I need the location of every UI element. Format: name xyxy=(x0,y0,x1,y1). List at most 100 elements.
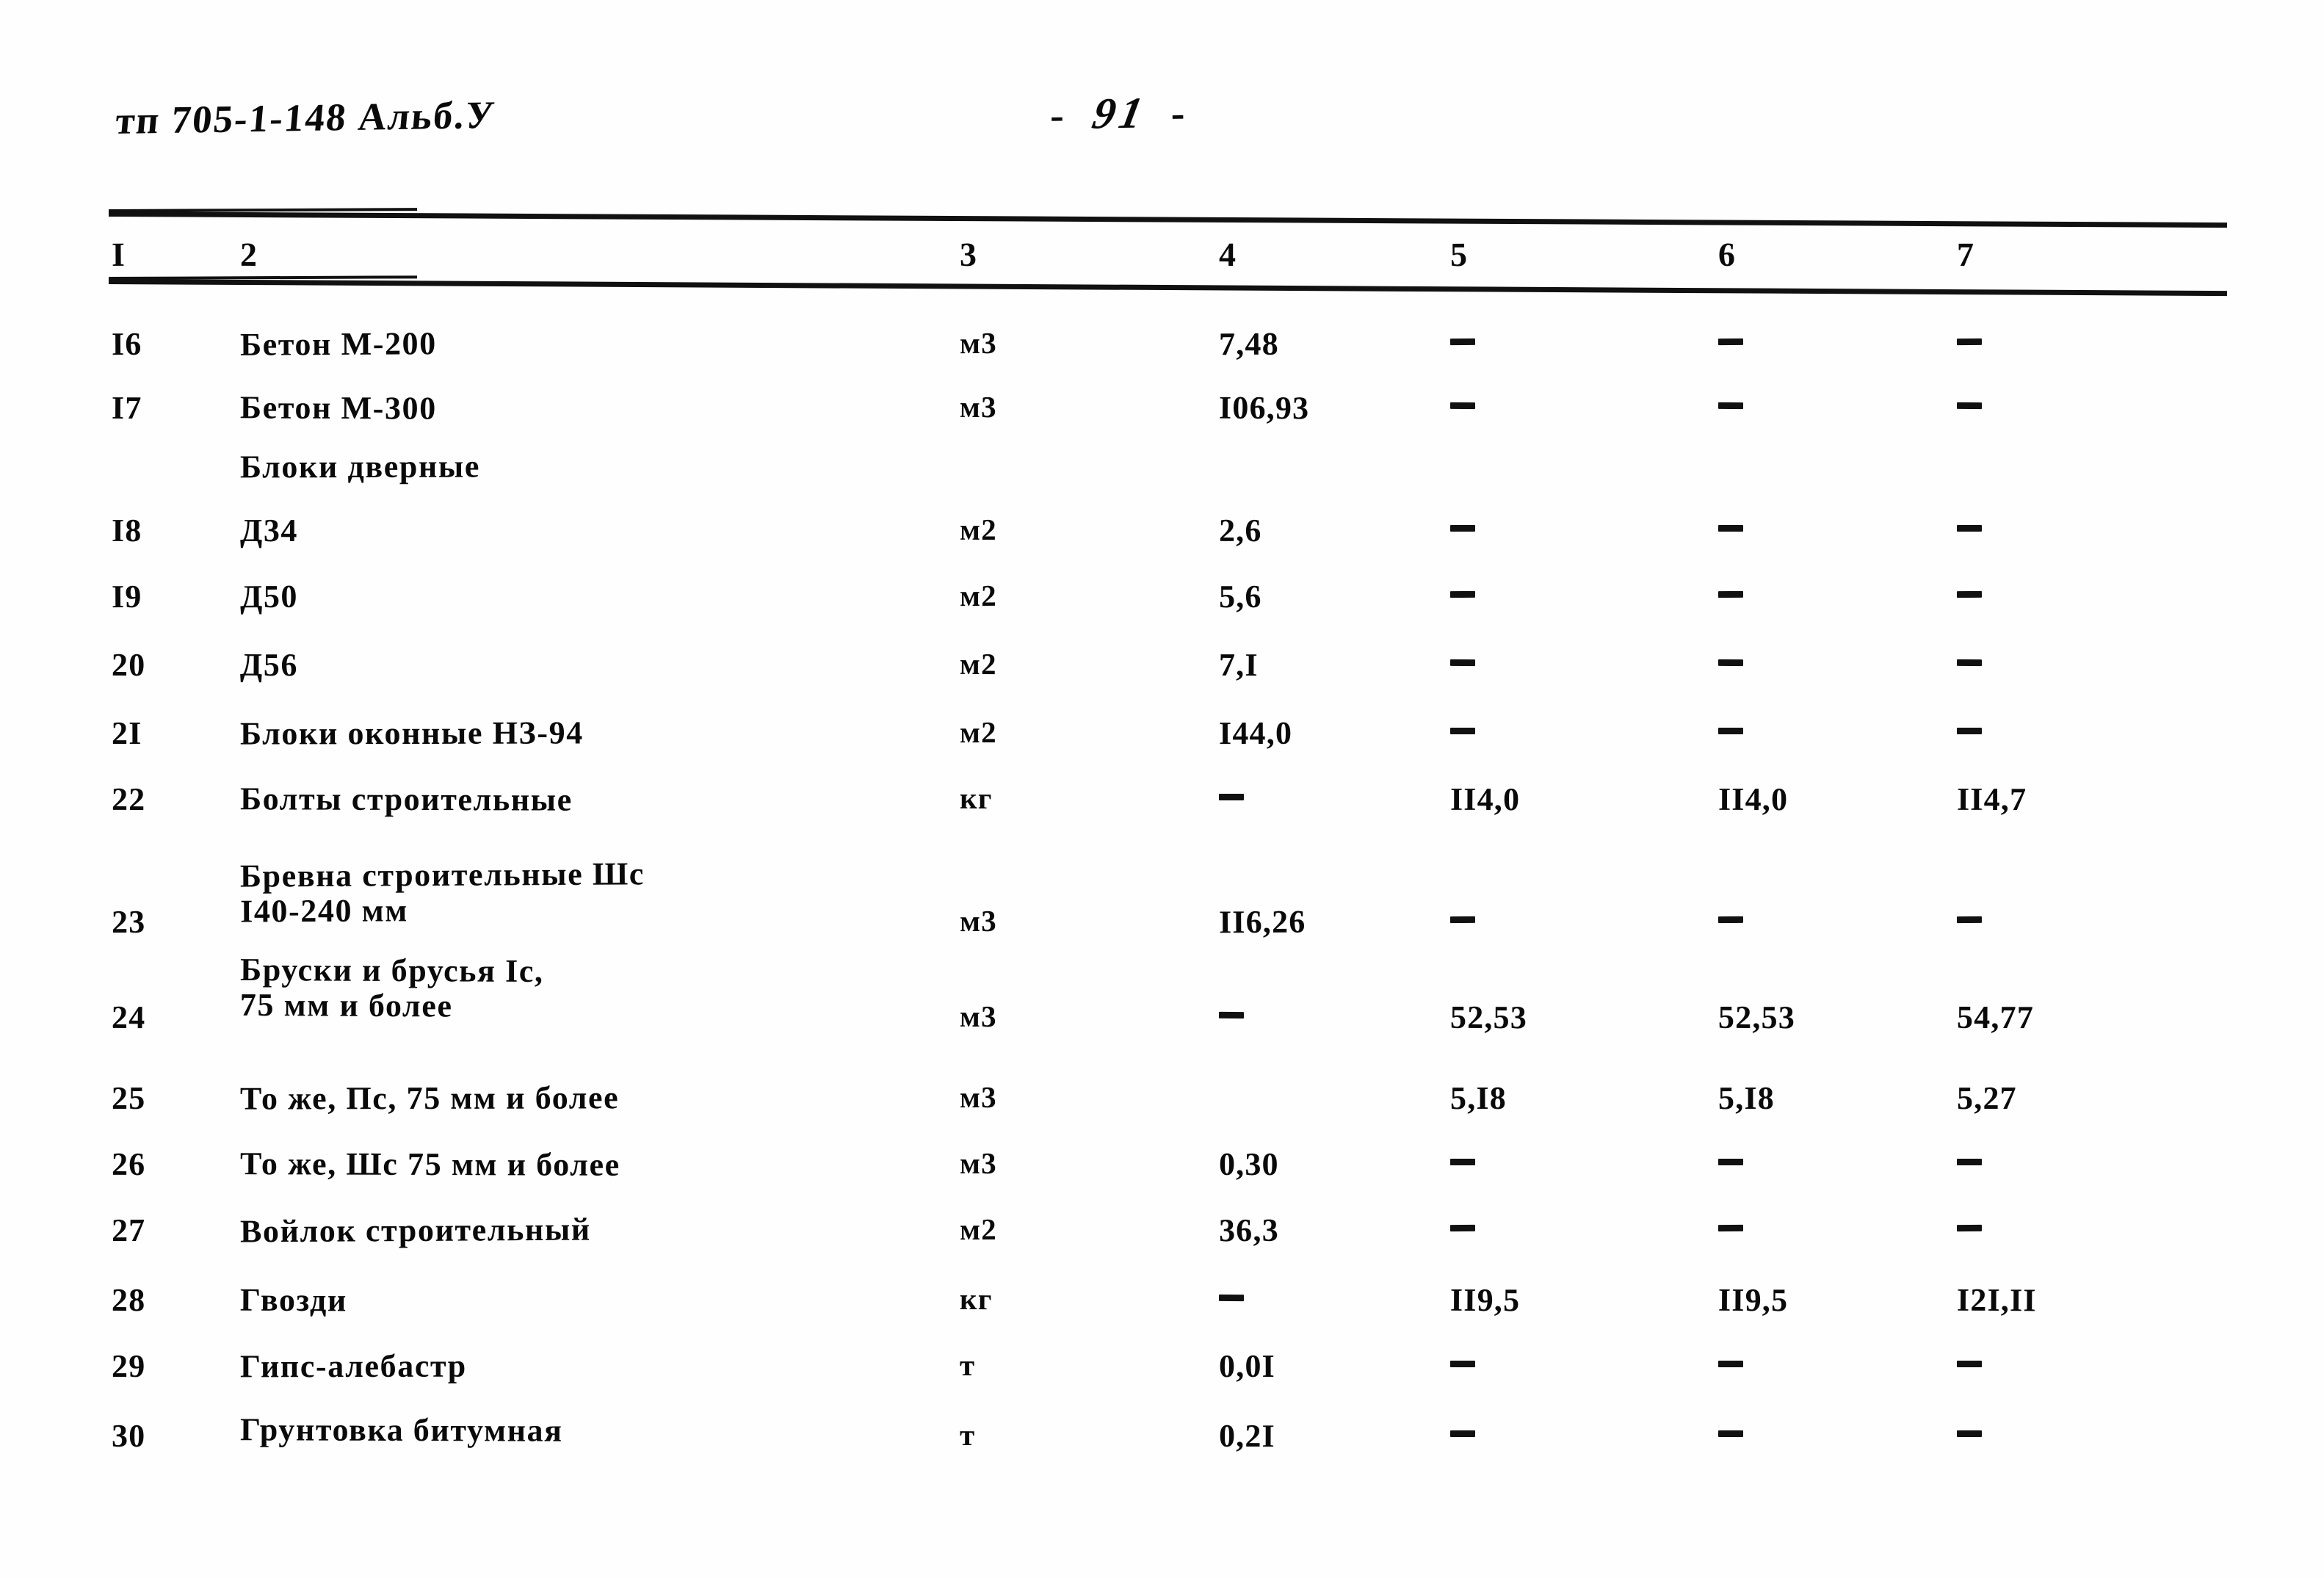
row-number: 2I xyxy=(111,714,142,752)
value-col-4 xyxy=(1218,1281,1245,1319)
unit-of-measure: м2 xyxy=(959,714,997,750)
empty-value-dash xyxy=(1956,1158,1983,1165)
value-col-7: 54,77 xyxy=(1956,999,2035,1036)
value-col-5 xyxy=(1449,714,1476,752)
value-col-6 xyxy=(1717,1347,1744,1385)
empty-value-dash xyxy=(1218,793,1245,800)
empty-value-dash xyxy=(1956,659,1983,666)
empty-value-dash xyxy=(1449,524,1476,532)
value-col-4: 0,2I xyxy=(1218,1417,1276,1455)
row-number: 25 xyxy=(111,1079,146,1117)
empty-value-dash xyxy=(1449,1224,1476,1231)
unit-of-measure: м3 xyxy=(959,999,997,1034)
unit-of-measure: м2 xyxy=(959,646,997,681)
folio-number: 91 xyxy=(1088,88,1151,138)
value-col-4: 7,48 xyxy=(1218,325,1279,363)
row-number: I6 xyxy=(111,325,142,363)
empty-value-dash xyxy=(1717,524,1744,532)
material-name: Гипс-алебастр xyxy=(239,1347,467,1385)
column-header-6: 6 xyxy=(1717,235,1737,274)
material-name: Д34 xyxy=(239,512,299,549)
material-name: Бетон М-300 xyxy=(239,389,437,427)
value-col-6: 52,53 xyxy=(1717,999,1796,1036)
row-number: 20 xyxy=(111,646,146,684)
empty-value-dash xyxy=(1956,1224,1983,1231)
value-col-4: I44,0 xyxy=(1218,714,1293,752)
empty-value-dash xyxy=(1956,1360,1983,1367)
page-folio: - 91 - xyxy=(1049,87,1189,140)
empty-value-dash xyxy=(1956,1430,1983,1437)
value-col-5 xyxy=(1449,1146,1476,1183)
value-col-5 xyxy=(1449,1417,1476,1455)
table-top-rule xyxy=(108,211,2227,228)
unit-of-measure: т xyxy=(959,1417,976,1452)
row-number: 22 xyxy=(111,781,146,818)
unit-of-measure: м3 xyxy=(959,389,997,424)
empty-value-dash xyxy=(1717,659,1744,666)
empty-value-dash xyxy=(1717,1158,1744,1165)
row-number: 29 xyxy=(111,1347,146,1385)
value-col-5 xyxy=(1449,389,1476,427)
row-number: 26 xyxy=(111,1146,146,1183)
value-col-7 xyxy=(1956,646,1983,684)
value-col-5 xyxy=(1449,1212,1476,1249)
value-col-4: 2,6 xyxy=(1218,512,1262,549)
value-col-6: II4,0 xyxy=(1717,781,1789,818)
empty-value-dash xyxy=(1449,659,1476,666)
value-col-6: II9,5 xyxy=(1717,1281,1789,1319)
material-name: Войлок строительный xyxy=(239,1211,591,1250)
folio-dash-left: - xyxy=(1049,93,1069,139)
table-header-rule xyxy=(108,279,2227,297)
row-number: I8 xyxy=(111,512,142,549)
unit-of-measure: кг xyxy=(959,781,993,816)
material-name: Д56 xyxy=(239,646,299,684)
material-name: Бетон М-200 xyxy=(239,325,437,363)
value-col-4 xyxy=(1218,781,1245,818)
empty-value-dash xyxy=(1717,727,1744,734)
material-name: Гвозди xyxy=(239,1281,348,1319)
value-col-6 xyxy=(1717,903,1744,941)
empty-value-dash xyxy=(1449,1430,1476,1437)
value-col-5 xyxy=(1449,578,1476,615)
section-heading: Блоки дверные xyxy=(239,448,481,485)
value-col-4: I06,93 xyxy=(1218,389,1310,427)
empty-value-dash xyxy=(1449,402,1476,409)
row-number: I7 xyxy=(111,389,142,427)
value-col-7 xyxy=(1956,903,1983,941)
value-col-6 xyxy=(1717,512,1744,549)
empty-value-dash xyxy=(1717,402,1744,409)
empty-value-dash xyxy=(1717,1224,1744,1231)
value-col-4: II6,26 xyxy=(1218,903,1306,941)
value-col-6 xyxy=(1717,714,1744,752)
unit-of-measure: м3 xyxy=(959,903,997,938)
column-header-I: I xyxy=(111,235,126,274)
value-col-5 xyxy=(1449,903,1476,941)
value-col-5 xyxy=(1449,646,1476,684)
unit-of-measure: кг xyxy=(959,1281,993,1317)
empty-value-dash xyxy=(1449,727,1476,734)
empty-value-dash xyxy=(1717,1430,1744,1437)
material-name: Болты строительные xyxy=(239,781,573,818)
value-col-4: 0,30 xyxy=(1218,1146,1279,1183)
document-page: тп 705-1-148 Альб.У - 91 - I 2 3 4 5 6 7 I6 Бето… xyxy=(0,0,2324,1578)
empty-value-dash xyxy=(1717,338,1744,345)
material-name: Бревна строительные Шс I40-240 мм xyxy=(239,855,645,930)
value-col-7 xyxy=(1956,714,1983,752)
empty-value-dash xyxy=(1449,1360,1476,1367)
row-number: 23 xyxy=(111,903,146,941)
value-col-4: 36,3 xyxy=(1218,1212,1279,1249)
value-col-7 xyxy=(1956,578,1983,615)
empty-value-dash xyxy=(1449,590,1476,598)
row-number: I9 xyxy=(111,578,142,615)
value-col-4: 5,6 xyxy=(1218,578,1262,615)
value-col-6 xyxy=(1717,1212,1744,1249)
value-col-4: 7,I xyxy=(1218,646,1259,684)
value-col-6: 5,I8 xyxy=(1717,1079,1775,1117)
value-col-7: II4,7 xyxy=(1956,781,2027,818)
value-col-6 xyxy=(1717,325,1744,363)
empty-value-dash xyxy=(1956,402,1983,409)
material-name: Грунтовка битумная xyxy=(239,1411,563,1449)
empty-value-dash xyxy=(1717,590,1744,598)
value-col-7 xyxy=(1956,512,1983,549)
value-col-7 xyxy=(1956,1347,1983,1385)
